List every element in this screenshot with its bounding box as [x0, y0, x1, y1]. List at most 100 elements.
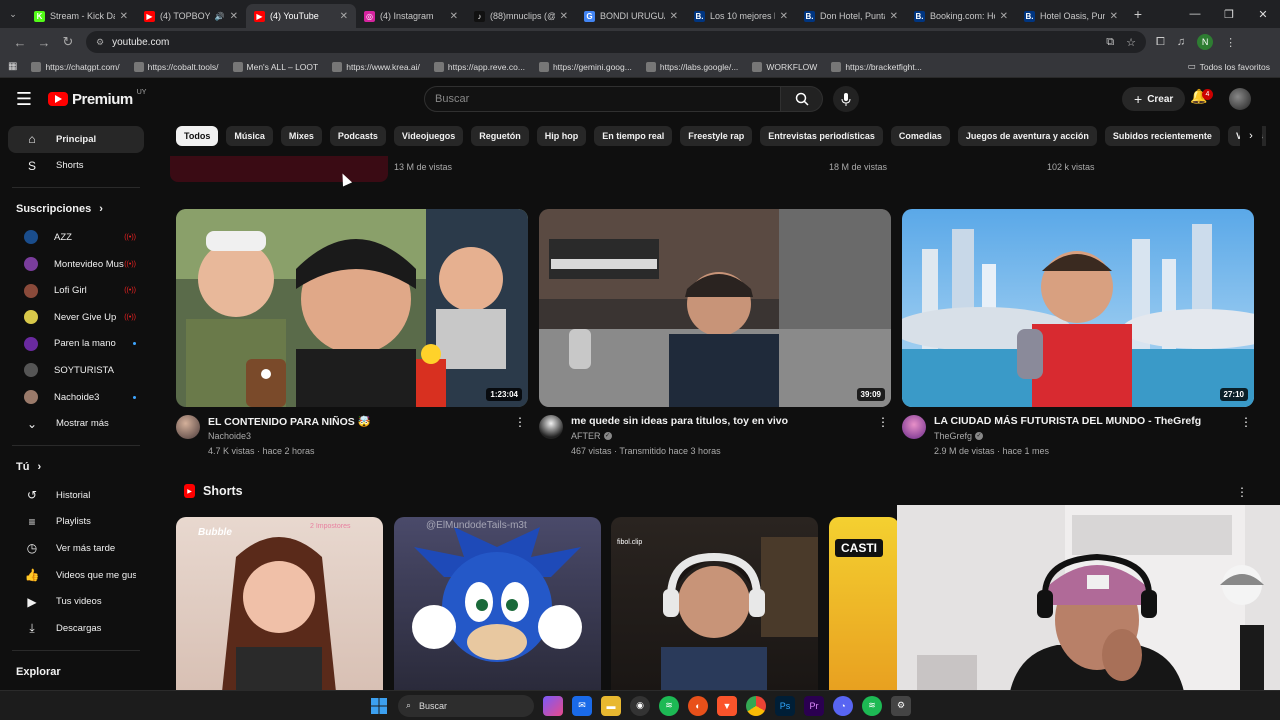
channel-name[interactable]: AFTER [571, 431, 601, 441]
firefox-icon[interactable]: ◐ [688, 695, 708, 716]
tab-close-icon[interactable]: ✕ [560, 11, 568, 22]
tab-close-icon[interactable]: ✕ [450, 11, 458, 22]
subscription-item[interactable]: Paren la mano [8, 331, 144, 358]
browser-tab[interactable]: B. Hotel Oasis, Punta ✕ [1016, 4, 1126, 28]
browser-tab[interactable]: B. Los 10 mejores h ✕ [686, 4, 796, 28]
channel-name-row[interactable]: TheGrefg ✓ [934, 431, 984, 441]
discord-icon[interactable]: ◔ [833, 695, 853, 716]
tab-close-icon[interactable]: ✕ [1110, 11, 1118, 22]
show-more-button[interactable]: ⌄ Mostrar más [8, 410, 144, 437]
subscription-item[interactable]: AZZ ((•)) [8, 224, 144, 251]
close-window-icon[interactable]: ✕ [1246, 0, 1280, 28]
bookmark-item[interactable]: WORKFLOW [752, 61, 817, 72]
browser-tab[interactable]: B. Don Hotel, Punta ✕ [796, 4, 906, 28]
bookmark-star-icon[interactable]: ☆ [1126, 36, 1136, 49]
browser-tab[interactable]: B. Booking.com: Ho ✕ [906, 4, 1016, 28]
subscription-item[interactable]: Montevideo Mus... ((•)) [8, 251, 144, 278]
spotify-icon[interactable]: ≋ [862, 695, 882, 716]
extensions-icon[interactable]: ⧠ [1156, 36, 1165, 49]
tab-close-icon[interactable]: ✕ [890, 11, 898, 22]
sidebar-item-you[interactable]: ↺ Historial [8, 482, 144, 509]
short-card[interactable]: fibol.clip [611, 517, 818, 692]
chrome-icon[interactable] [746, 695, 766, 716]
filter-chip[interactable]: Entrevistas periodísticas [760, 126, 883, 146]
search-button[interactable] [781, 86, 823, 112]
short-card[interactable]: CASTI [829, 517, 899, 692]
mail-icon[interactable]: ✉ [572, 695, 592, 716]
filter-chip[interactable]: Hip hop [536, 126, 587, 146]
cast-icon[interactable]: ⧉ [1106, 36, 1114, 49]
channel-name[interactable]: Nachoide3 [208, 431, 251, 441]
all-bookmarks-folder[interactable]: ▭ Todos los favoritos [1188, 61, 1270, 72]
bookmark-item[interactable]: https://www.krea.ai/ [332, 61, 420, 72]
video-card[interactable]: 1:23:04 EL CONTENIDO PARA NIÑOS 🤯 Nachoi… [176, 209, 528, 475]
more-actions-icon[interactable]: ⋮ [1236, 485, 1248, 499]
sidebar-item-you[interactable]: ▶ Tus videos [8, 588, 144, 615]
premiere-icon[interactable]: Pr [804, 695, 824, 716]
bookmark-item[interactable]: https://app.reve.co... [433, 61, 525, 72]
filter-chip[interactable]: Reguetón [471, 126, 529, 146]
bookmark-item[interactable]: https://gemini.goog... [538, 61, 632, 72]
tab-search-dropdown-icon[interactable]: ⌄ [0, 0, 26, 28]
more-actions-icon[interactable]: ⋮ [514, 415, 526, 429]
browser-tab[interactable]: ▶ (4) YouTube ✕ [246, 4, 356, 28]
tab-close-icon[interactable]: ✕ [670, 11, 678, 22]
filter-chip[interactable]: Podcasts [329, 126, 386, 146]
menu-kebab-icon[interactable]: ⋮ [1225, 36, 1236, 49]
sidebar-item-you[interactable]: 👍 Videos que me gus... [8, 562, 144, 589]
browser-tab[interactable]: K Stream - Kick Da ✕ [26, 4, 136, 28]
spotify-icon[interactable]: ≋ [659, 695, 679, 716]
filter-chip[interactable]: Freestyle rap [680, 126, 753, 146]
bookmark-item[interactable]: Men's ALL – LOOT [232, 61, 318, 72]
profile-avatar[interactable]: N [1197, 34, 1214, 50]
tab-close-icon[interactable]: ✕ [780, 11, 788, 22]
subscription-item[interactable]: Nachoide3 [8, 384, 144, 411]
subscription-item[interactable]: Lofi Girl ((•)) [8, 277, 144, 304]
channel-name-row[interactable]: AFTER ✓ [571, 431, 612, 441]
subscription-item[interactable]: Never Give Up ((•)) [8, 304, 144, 331]
reload-icon[interactable]: ↻ [56, 30, 80, 54]
browser-tab[interactable]: ♪ (88)mnuclips (@m ✕ [466, 4, 576, 28]
channel-avatar[interactable] [902, 415, 926, 439]
file-explorer-icon[interactable]: ▬ [601, 695, 621, 716]
media-icon[interactable]: ♫ [1177, 36, 1185, 48]
account-avatar[interactable] [1229, 88, 1251, 110]
sidebar-item-you[interactable]: ◷ Ver más tarde [8, 535, 144, 562]
channel-avatar[interactable] [539, 415, 563, 439]
sidebar-item-you[interactable]: ⤓ Descargas [8, 615, 144, 642]
bookmark-item[interactable]: https://bracketfight... [831, 61, 922, 72]
tab-audio-icon[interactable]: 🔊 [215, 12, 225, 21]
new-tab-button[interactable]: + [1126, 6, 1150, 22]
channel-name[interactable]: TheGrefg [934, 431, 972, 441]
filter-chip[interactable]: Subidos recientemente [1104, 126, 1220, 146]
you-heading[interactable]: Tú › [0, 452, 152, 482]
filter-chip[interactable]: En tiempo real [594, 126, 673, 146]
filter-chip[interactable]: Juegos de aventura y acción [957, 126, 1097, 146]
tab-close-icon[interactable]: ✕ [340, 11, 348, 22]
video-title[interactable]: LA CIUDAD MÁS FUTURISTA DEL MUNDO - TheG… [934, 415, 1234, 427]
brave-icon[interactable]: ▼ [717, 695, 737, 716]
more-actions-icon[interactable]: ⋮ [1240, 415, 1252, 429]
obs-icon[interactable]: ◉ [630, 695, 650, 716]
filter-chip[interactable]: Música [226, 126, 273, 146]
hamburger-menu-icon[interactable]: ☰ [0, 89, 48, 110]
video-card[interactable]: 39:09 me quede sin ideas para titulos, t… [539, 209, 891, 475]
channel-avatar[interactable] [176, 415, 200, 439]
more-actions-icon[interactable]: ⋮ [877, 415, 889, 429]
filter-chip[interactable]: Todos [176, 126, 219, 146]
video-title[interactable]: me quede sin ideas para titulos, toy en … [571, 415, 871, 427]
sidebar-item-principal[interactable]: ⌂ Principal [8, 126, 144, 153]
tab-close-icon[interactable]: ✕ [120, 11, 128, 22]
filter-chip[interactable]: Videojuegos [393, 126, 464, 146]
short-card[interactable]: @ElMundodeTails-m3t [394, 517, 601, 692]
video-thumbnail[interactable]: 1:23:04 [176, 209, 528, 407]
filter-chip[interactable]: Comedias [890, 126, 950, 146]
create-button[interactable]: + Crear [1122, 87, 1186, 111]
chevron-right-icon[interactable]: › [1240, 126, 1262, 146]
filter-chip[interactable]: Mixes [280, 126, 322, 146]
restore-icon[interactable]: ❐ [1212, 0, 1246, 28]
video-thumbnail[interactable]: 27:10 [902, 209, 1254, 407]
subscriptions-heading[interactable]: Suscripciones › [0, 194, 152, 224]
windows-start-icon[interactable] [369, 696, 389, 716]
voice-search-mic-icon[interactable] [833, 86, 859, 112]
